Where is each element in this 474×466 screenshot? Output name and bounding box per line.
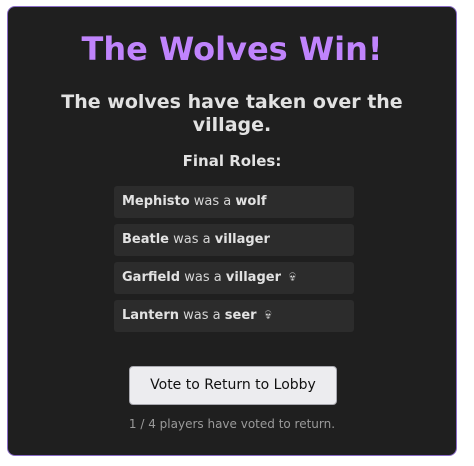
player-role: wolf: [235, 194, 267, 209]
player-name: Lantern: [122, 308, 180, 323]
role-connector: was a: [173, 232, 211, 247]
player-name: Garfield: [122, 270, 181, 285]
role-connector: was a: [184, 270, 222, 285]
game-over-panel: The Wolves Win! The wolves have taken ov…: [7, 6, 457, 456]
vote-status-text: 1 / 4 players have voted to return.: [128, 417, 336, 431]
role-item-mephisto: Mephisto was a wolf: [114, 186, 354, 218]
player-name: Beatle: [122, 232, 169, 247]
player-role: villager: [214, 232, 270, 247]
role-item-beatle: Beatle was a villager: [114, 224, 354, 256]
player-name: Mephisto: [122, 194, 190, 209]
result-subtitle: The wolves have taken over the village.: [61, 91, 403, 136]
skull-icon: 💀︎: [289, 270, 296, 285]
vote-return-lobby-button[interactable]: Vote to Return to Lobby: [129, 366, 337, 405]
final-roles-list: Mephisto was a wolf Beatle was a village…: [114, 186, 354, 338]
player-role: seer: [224, 308, 257, 323]
result-title: The Wolves Win!: [81, 30, 383, 68]
final-roles-heading: Final Roles:: [182, 152, 282, 170]
role-connector: was a: [183, 308, 221, 323]
role-item-garfield: Garfield was a villager 💀︎: [114, 262, 354, 294]
skull-icon: 💀︎: [264, 308, 272, 323]
role-item-lantern: Lantern was a seer 💀︎: [114, 300, 354, 332]
role-connector: was a: [193, 194, 232, 209]
player-role: villager: [225, 270, 281, 285]
